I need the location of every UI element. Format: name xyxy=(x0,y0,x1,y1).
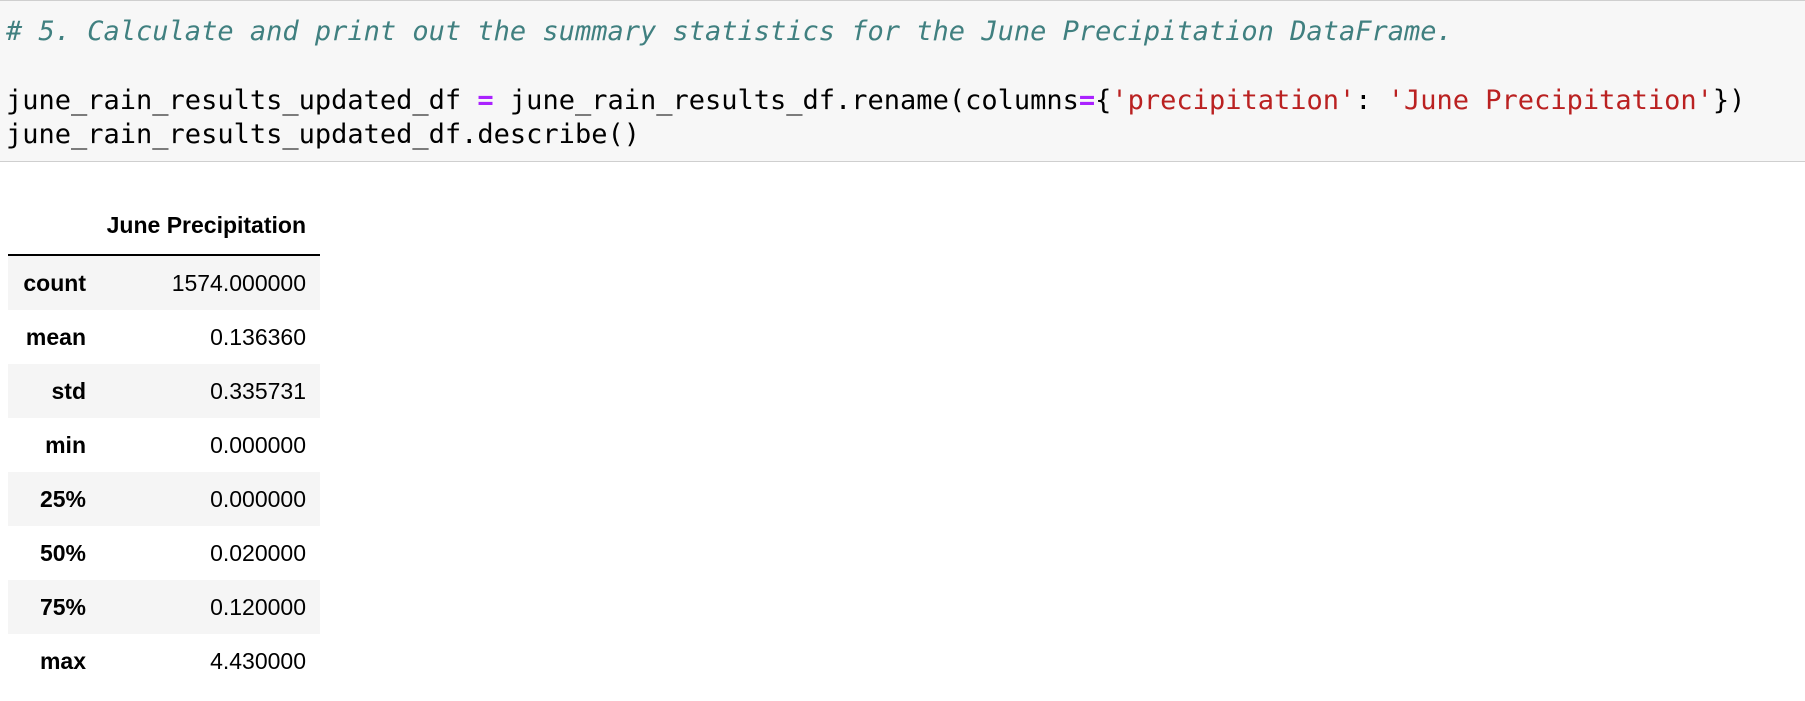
row-value: 1574.000000 xyxy=(171,269,306,296)
index-header xyxy=(8,196,94,256)
dict-key-string: 'precipitation' xyxy=(1111,85,1356,116)
code-comment-line: # 5. Calculate and print out the summary… xyxy=(6,15,1453,49)
dict-close: }) xyxy=(1712,85,1746,116)
row-label: mean xyxy=(25,323,86,350)
row-value: 0.000000 xyxy=(210,431,306,458)
row-label: 25% xyxy=(39,485,86,512)
assign-operator: = xyxy=(477,85,494,116)
table-row: max 4.430000 xyxy=(8,634,320,688)
row-value: 0.000000 xyxy=(210,485,306,512)
dict-value-string: 'June Precipitation' xyxy=(1387,85,1713,116)
table-row: 50% 0.020000 xyxy=(8,526,320,580)
rename-call: june_rain_results_df.rename(columns xyxy=(493,85,1079,116)
notebook: # 5. Calculate and print out the summary… xyxy=(0,0,1805,701)
table-row: std 0.335731 xyxy=(8,364,320,418)
row-value: 0.136360 xyxy=(210,323,306,350)
table-row: 25% 0.000000 xyxy=(8,472,320,526)
keyword-operator: = xyxy=(1078,85,1096,116)
output-area: June Precipitation count 1574.000000 mea… xyxy=(8,196,320,688)
table-row: count 1574.000000 xyxy=(8,255,320,310)
row-label: min xyxy=(45,431,86,458)
table-header-row: June Precipitation xyxy=(8,196,320,256)
row-value: 0.020000 xyxy=(210,539,306,566)
row-value: 0.335731 xyxy=(210,377,306,404)
row-value: 4.430000 xyxy=(210,647,306,674)
row-label: 75% xyxy=(39,593,86,620)
row-label: 50% xyxy=(39,539,86,566)
dict-open: { xyxy=(1095,85,1112,116)
row-value: 0.120000 xyxy=(210,593,306,620)
table-row: 75% 0.120000 xyxy=(8,580,320,634)
code-cell[interactable]: # 5. Calculate and print out the summary… xyxy=(0,0,1805,162)
table-row: min 0.000000 xyxy=(8,418,320,472)
summary-statistics-table: June Precipitation count 1574.000000 mea… xyxy=(8,196,320,688)
row-label: count xyxy=(23,269,86,296)
column-header: June Precipitation xyxy=(94,196,320,256)
dict-colon: : xyxy=(1355,85,1388,116)
code-comment: # 5. Calculate and print out the summary… xyxy=(6,16,1453,47)
row-label: std xyxy=(51,377,87,404)
assign-target: june_rain_results_updated_df xyxy=(6,85,478,116)
table-row: mean 0.136360 xyxy=(8,310,320,364)
code-line-rename: june_rain_results_updated_df = june_rain… xyxy=(6,84,1745,118)
code-line-describe: june_rain_results_updated_df.describe() xyxy=(6,119,640,150)
row-label: max xyxy=(39,647,86,674)
